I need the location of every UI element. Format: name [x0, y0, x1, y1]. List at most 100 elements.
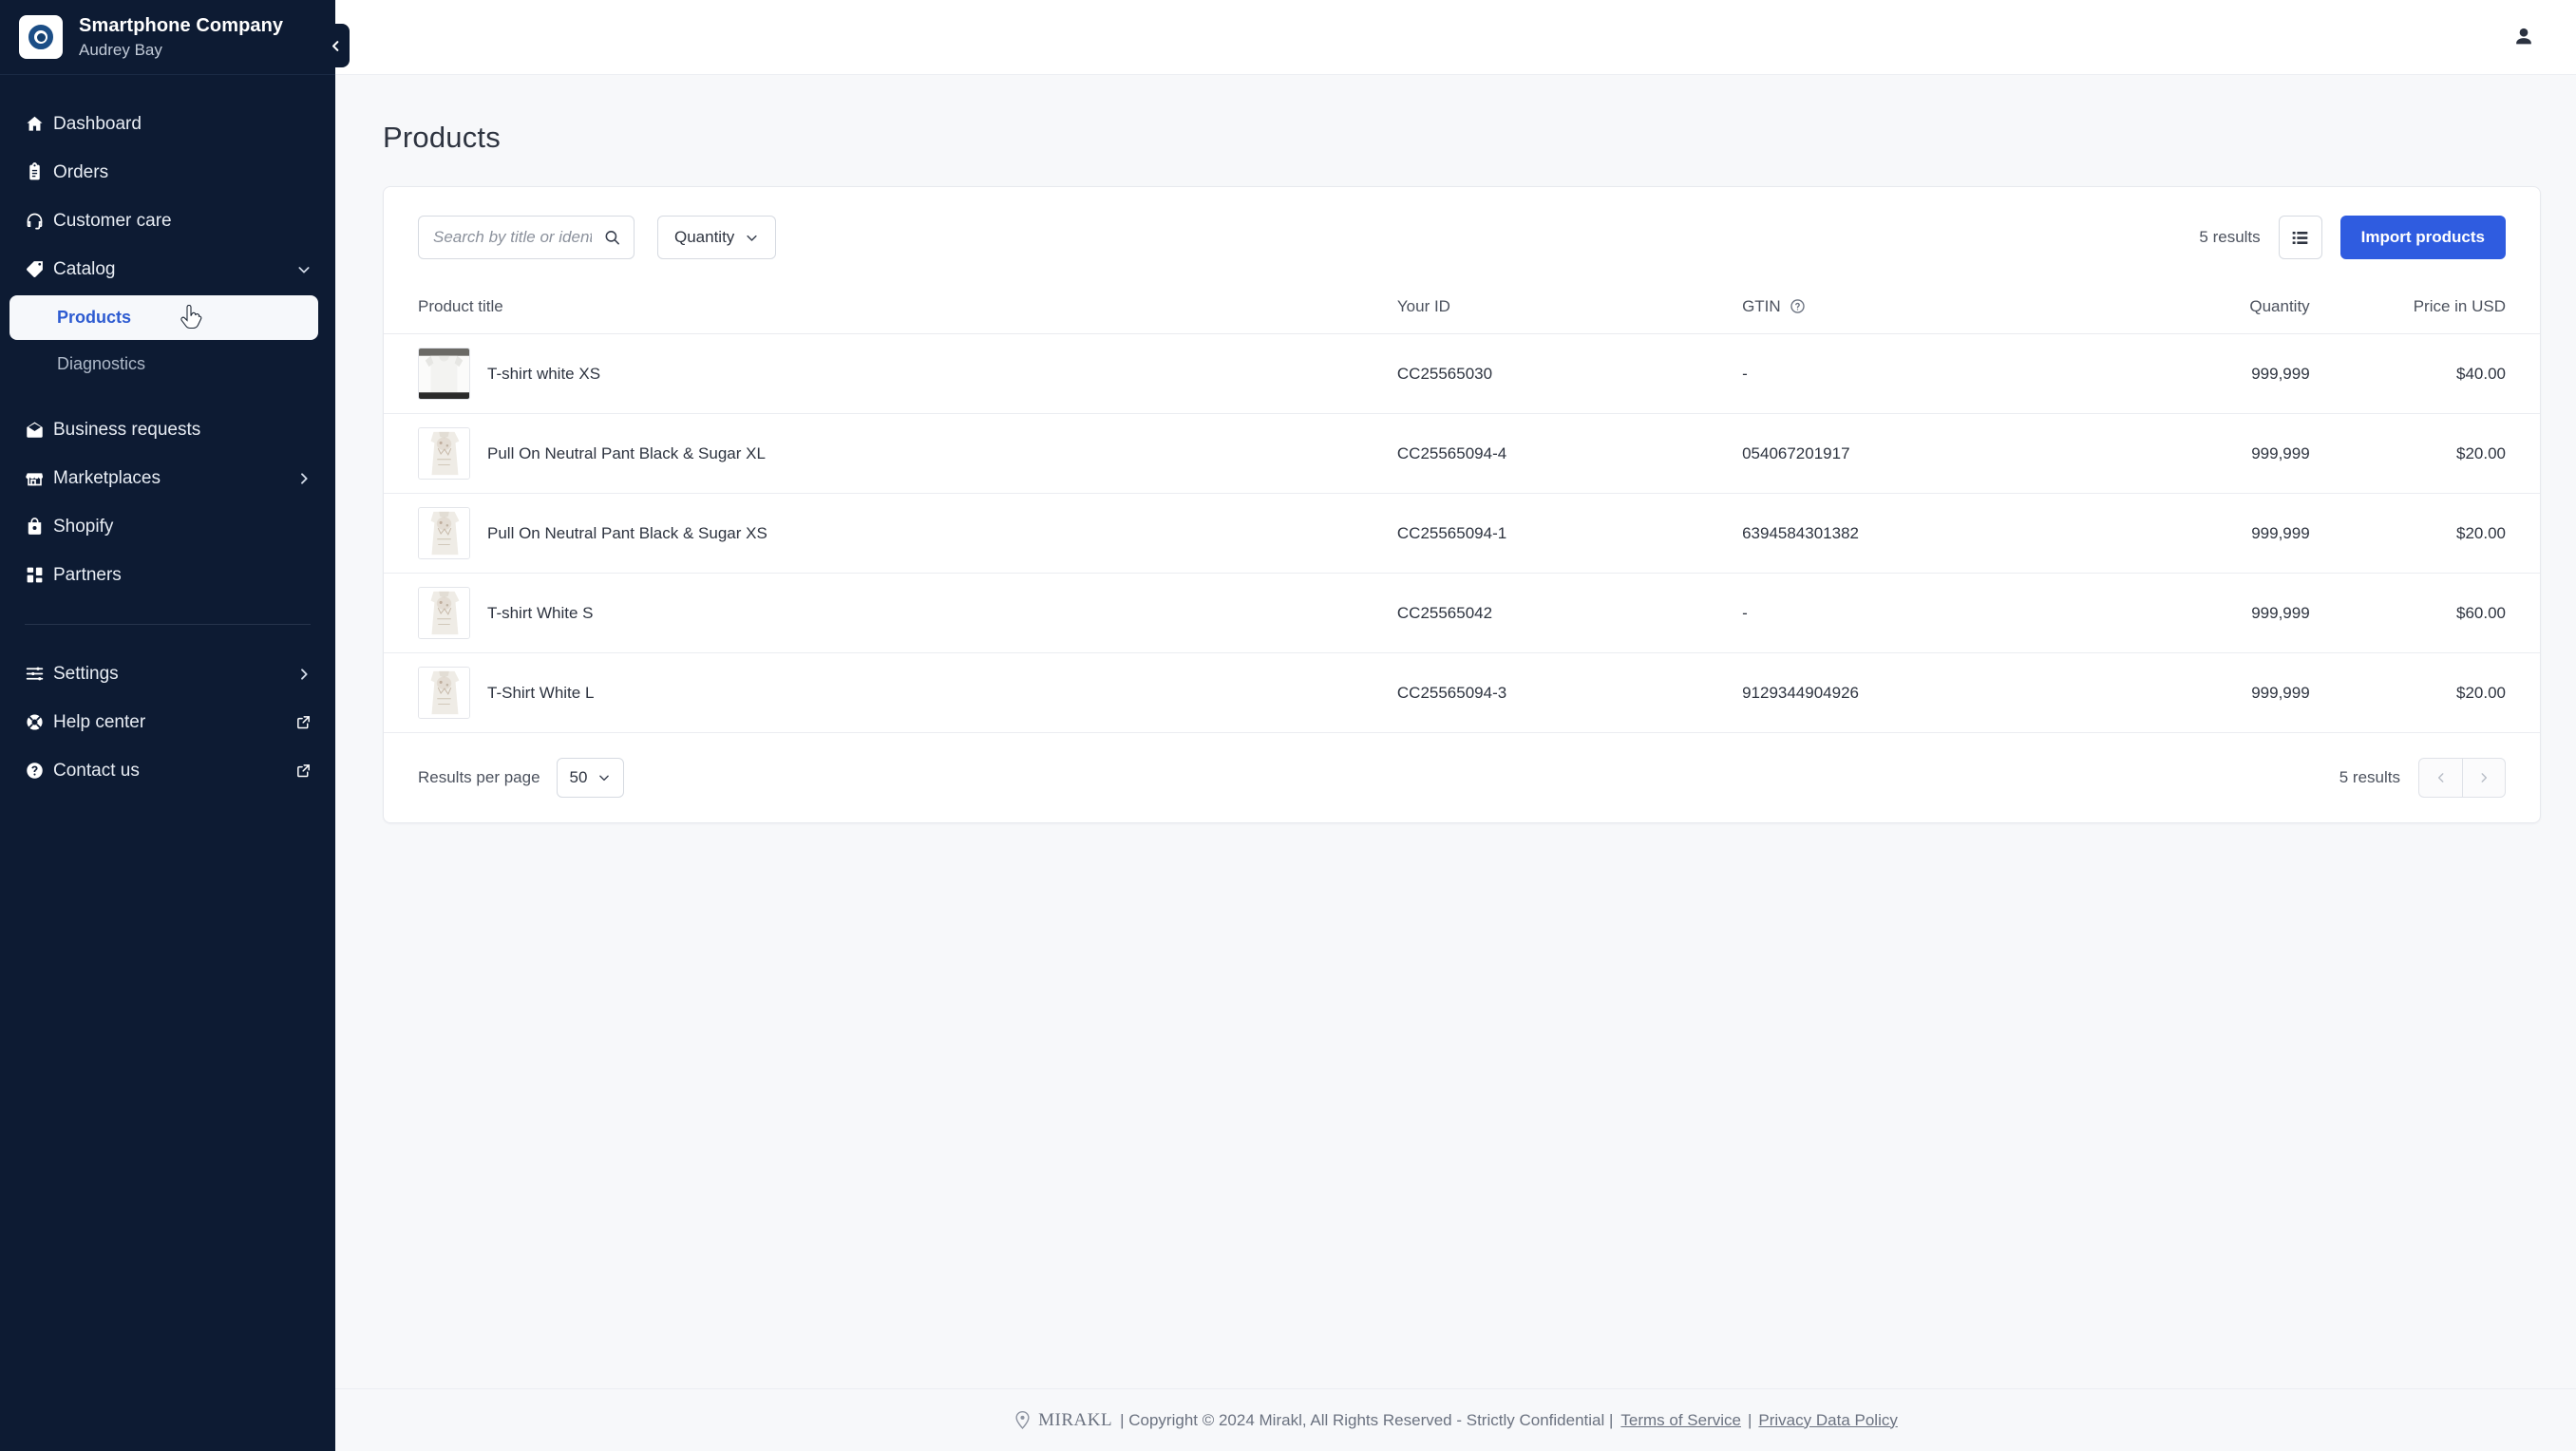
user-account-icon[interactable] — [2508, 21, 2540, 53]
sidebar-item-label: Dashboard — [53, 113, 142, 134]
sidebar-nav: Dashboard Orders Customer care Catalog P… — [0, 75, 335, 1451]
results-per-page-select[interactable]: 50 — [556, 758, 625, 798]
cell-your-id: CC25565094-3 — [1396, 652, 1743, 733]
sidebar-item-label: Marketplaces — [53, 467, 161, 488]
sliders-icon — [25, 664, 53, 684]
sidebar-item-settings[interactable]: Settings — [0, 650, 335, 698]
list-view-button[interactable] — [2278, 216, 2322, 259]
sidebar-item-products[interactable]: Products — [9, 295, 318, 340]
account-user-name: Audrey Bay — [79, 40, 162, 59]
toolbar-right-group: 5 results Import products — [2199, 216, 2506, 259]
sidebar-item-label: Settings — [53, 663, 119, 684]
mouse-cursor-pointer — [180, 305, 202, 330]
column-header-price[interactable]: Price in USD — [2345, 288, 2540, 334]
product-title-text: Pull On Neutral Pant Black & Sugar XL — [487, 443, 766, 462]
product-thumbnail-image — [418, 507, 470, 559]
sidebar-item-shopify[interactable]: Shopify — [0, 502, 335, 551]
sidebar-item-label: Partners — [53, 564, 122, 585]
cell-product-title: Pull On Neutral Pant Black & Sugar XL — [384, 413, 1397, 494]
products-table: Product title Your ID GTIN Quantity Pric… — [384, 288, 2540, 733]
page-content: Products Quantity 5 results — [335, 75, 2576, 1388]
sidebar-item-catalog[interactable]: Catalog — [0, 245, 335, 293]
table-row[interactable]: T-Shirt White L CC25565094-3 91293449049… — [384, 652, 2540, 733]
footer-separator: | — [1747, 1410, 1752, 1429]
products-table-head: Product title Your ID GTIN Quantity Pric… — [384, 288, 2540, 334]
sidebar-item-orders[interactable]: Orders — [0, 148, 335, 197]
pagination-right-group: 5 results — [2339, 758, 2506, 798]
cell-product-title: T-shirt white XS — [384, 333, 1397, 414]
sidebar-item-help-center[interactable]: Help center — [0, 698, 335, 746]
sidebar-item-marketplaces[interactable]: Marketplaces — [0, 454, 335, 502]
cell-price: $20.00 — [2345, 413, 2540, 494]
cell-gtin: - — [1742, 573, 2131, 653]
cell-product-title: T-Shirt White L — [384, 652, 1397, 733]
mirakl-logo: MIRAKL — [1013, 1410, 1112, 1431]
sidebar-item-label: Shopify — [53, 516, 114, 537]
cell-your-id: CC25565030 — [1396, 333, 1743, 414]
table-header-row: Product title Your ID GTIN Quantity Pric… — [384, 288, 2540, 334]
cell-quantity: 999,999 — [2130, 493, 2346, 574]
chevron-down-icon — [295, 262, 313, 277]
sidebar-item-contact-us[interactable]: Contact us — [0, 746, 335, 795]
chevron-right-icon — [2481, 773, 2488, 782]
column-header-your-id[interactable]: Your ID — [1396, 288, 1743, 334]
table-row[interactable]: T-shirt White S CC25565042 - 999,999 $60… — [384, 573, 2540, 653]
grid-blocks-icon — [25, 565, 53, 585]
chevron-right-icon — [295, 667, 313, 682]
tag-icon — [25, 259, 53, 279]
table-row[interactable]: Pull On Neutral Pant Black & Sugar XL CC… — [384, 413, 2540, 494]
sidebar-header[interactable]: Smartphone Company Audrey Bay — [0, 0, 335, 75]
privacy-data-policy-link[interactable]: Privacy Data Policy — [1758, 1411, 1897, 1430]
cell-your-id: CC25565042 — [1396, 573, 1743, 653]
cell-price: $20.00 — [2345, 652, 2540, 733]
quantity-filter-button[interactable]: Quantity — [657, 216, 777, 259]
sidebar-item-dashboard[interactable]: Dashboard — [0, 100, 335, 148]
column-header-product-title[interactable]: Product title — [384, 288, 1397, 334]
help-circle-icon[interactable] — [1790, 298, 1806, 314]
search-input[interactable] — [418, 216, 635, 259]
column-header-gtin[interactable]: GTIN — [1742, 288, 2131, 334]
table-row[interactable]: Pull On Neutral Pant Black & Sugar XS CC… — [384, 493, 2540, 574]
product-title-text: T-shirt white XS — [487, 364, 601, 383]
list-view-icon — [2292, 231, 2308, 244]
sidebar-item-business-requests[interactable]: Business requests — [0, 405, 335, 454]
cell-quantity: 999,999 — [2130, 573, 2346, 653]
sidebar-collapse-toggle[interactable] — [321, 24, 350, 67]
table-row[interactable]: T-shirt white XS CC25565030 - 999,999 $4… — [384, 333, 2540, 414]
results-count: 5 results — [2199, 228, 2261, 246]
sidebar-item-diagnostics[interactable]: Diagnostics — [9, 342, 318, 386]
main-area: Products Quantity 5 results — [335, 0, 2576, 1451]
cell-quantity: 999,999 — [2130, 413, 2346, 494]
search-field-wrapper — [418, 216, 635, 259]
cell-quantity: 999,999 — [2130, 333, 2346, 414]
product-thumbnail-image — [418, 667, 470, 719]
sidebar-subitem-label: Diagnostics — [57, 354, 146, 373]
cell-gtin: - — [1742, 333, 2131, 414]
company-name: Smartphone Company — [79, 14, 284, 36]
results-per-page-value: 50 — [569, 768, 588, 786]
sidebar-item-label: Orders — [53, 161, 109, 182]
column-header-gtin-label: GTIN — [1742, 297, 1781, 315]
next-page-button[interactable] — [2462, 758, 2506, 798]
storefront-icon — [25, 468, 53, 488]
import-products-button[interactable]: Import products — [2339, 216, 2506, 259]
sidebar-item-customer-care[interactable]: Customer care — [0, 197, 335, 245]
footer-copyright: | Copyright © 2024 Mirakl, All Rights Re… — [1120, 1410, 1614, 1429]
external-link-icon — [294, 763, 313, 779]
pagination-controls — [2418, 758, 2506, 798]
chevron-down-icon — [599, 775, 610, 782]
product-title-text: T-shirt White S — [487, 603, 594, 622]
terms-of-service-link[interactable]: Terms of Service — [1620, 1411, 1741, 1430]
column-header-quantity[interactable]: Quantity — [2130, 288, 2346, 334]
cell-price: $60.00 — [2345, 573, 2540, 653]
cell-price: $20.00 — [2345, 493, 2540, 574]
cell-product-title: Pull On Neutral Pant Black & Sugar XS — [384, 493, 1397, 574]
previous-page-button[interactable] — [2418, 758, 2462, 798]
products-toolbar: Quantity 5 results Import products — [384, 187, 2540, 288]
cell-gtin: 9129344904926 — [1742, 652, 2131, 733]
sidebar-item-partners[interactable]: Partners — [0, 551, 335, 599]
table-pagination-bar: Results per page 50 5 results — [384, 733, 2540, 822]
chevron-right-icon — [295, 471, 313, 486]
sidebar-divider — [25, 624, 311, 625]
headset-icon — [25, 211, 53, 231]
